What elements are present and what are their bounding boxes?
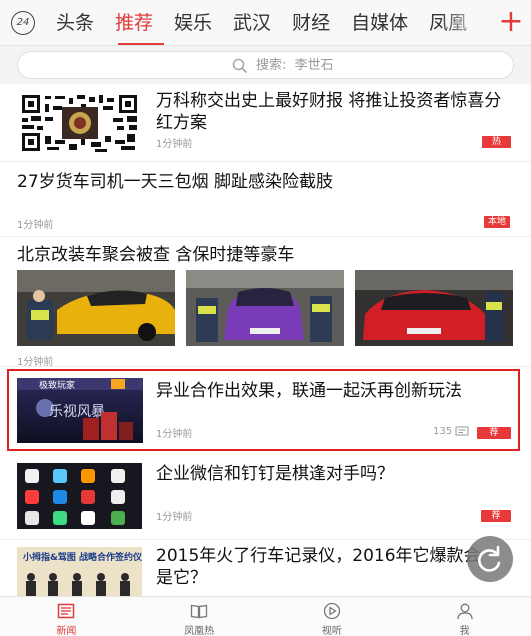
news-title: 企业微信和钉钉是棋逢对手吗？ [156, 464, 394, 484]
tab-wuhan[interactable]: 武汉 [233, 0, 271, 45]
news-time: 1分钟前 [156, 139, 193, 150]
nav-news-label: 新闻 [56, 626, 77, 636]
user-icon [456, 603, 473, 620]
comment-icon[interactable] [455, 426, 469, 438]
search-placeholder: 搜索: 李世石 [256, 58, 334, 73]
qr-code-image [17, 92, 142, 154]
refresh-button[interactable] [467, 536, 513, 582]
channel-tabs: 头条 推荐 娱乐 武汉 财经 自媒体 凤凰 [56, 0, 488, 45]
news-item[interactable]: 万科称交出史上最好财报 将推让投资者惊喜分红方案 1分钟前 热 [0, 84, 531, 162]
local-badge: 本地 [484, 216, 511, 228]
news-item[interactable]: 27岁货车司机一天三包烟 脚趾感染险截肢 1分钟前 本地 [0, 162, 531, 237]
svg-text:极致玩家: 极致玩家 [39, 379, 75, 391]
book-icon [190, 604, 208, 619]
news-title: 万科称交出史上最好财报 将推让投资者惊喜分红方案 [156, 91, 502, 133]
news-title: 异业合作出效果，联通一起沃再创新玩法 [156, 381, 462, 401]
nav-me-label: 我 [459, 626, 470, 636]
yellow-sports-car-image [17, 270, 175, 346]
image-caption: 乐视风暴 [49, 404, 105, 420]
recommend-badge: 荐 [477, 427, 511, 439]
tab-self-media[interactable]: 自媒体 [351, 0, 408, 45]
signing-ceremony-image: 小拇指&驾图 战略合作签约仪式 [17, 547, 142, 596]
nav-video-label: 视听 [321, 626, 342, 636]
comment-count: 135 [433, 426, 453, 437]
play-icon [323, 602, 341, 620]
search-icon [232, 58, 248, 74]
nav-video[interactable]: 视听 [266, 597, 399, 636]
24-hour-icon[interactable]: 24 [11, 11, 35, 35]
image-caption: 小拇指&驾图 战略合作签约仪式 [22, 551, 142, 563]
search-area: 搜索: 李世石 [0, 46, 531, 84]
news-item[interactable]: 小拇指&驾图 战略合作签约仪式 2015年火了行车记录仪，2016年它爆款会是它… [0, 540, 531, 596]
nav-phoenix-hot[interactable]: 凤凰热 [133, 597, 266, 636]
phone-app-icons-image [17, 463, 142, 529]
news-item[interactable]: 北京改装车聚会被查 含保时捷等豪车 1分钟前 [0, 237, 531, 368]
nav-news[interactable]: 新闻 [0, 597, 133, 636]
channel-tab-bar: 24 头条 推荐 娱乐 武汉 财经 自媒体 凤凰 + [0, 0, 531, 46]
letv-feng-bao-image: 极致玩家 乐视风暴 [17, 378, 143, 443]
news-title: 2015年火了行车记录仪，2016年它爆款会是它？ [156, 546, 481, 588]
tab-fade [440, 0, 490, 45]
news-title: 北京改装车聚会被查 含保时捷等豪车 [17, 245, 295, 265]
news-time: 1分钟前 [156, 512, 193, 523]
red-car-image [355, 270, 513, 346]
add-channel-button[interactable]: + [491, 0, 531, 45]
tab-toutiao[interactable]: 头条 [56, 0, 94, 45]
news-icon [58, 603, 75, 619]
hot-badge: 热 [482, 136, 511, 148]
tab-entertainment[interactable]: 娱乐 [174, 0, 212, 45]
bottom-nav: 新闻 凤凰热 视听 我 [0, 596, 531, 636]
refresh-icon [478, 545, 501, 572]
news-item-highlighted[interactable]: 极致玩家 乐视风暴 异业合作出效果，联通一起沃再创新玩法 1分钟前 135 荐 [0, 367, 531, 453]
recommend-badge: 荐 [481, 510, 511, 522]
tab-finance[interactable]: 财经 [292, 0, 330, 45]
purple-car-image [186, 270, 344, 346]
news-time: 1分钟前 [17, 220, 54, 231]
news-time: 1分钟前 [17, 357, 54, 368]
search-input[interactable]: 搜索: 李世石 [17, 51, 514, 79]
news-title: 27岁货车司机一天三包烟 脚趾感染险截肢 [17, 172, 334, 192]
nav-phoenix-hot-label: 凤凰热 [184, 626, 215, 636]
tab-recommend[interactable]: 推荐 [115, 0, 153, 45]
news-item[interactable]: 企业微信和钉钉是棋逢对手吗？ 1分钟前 荐 [0, 455, 531, 540]
news-time: 1分钟前 [156, 429, 193, 440]
nav-me[interactable]: 我 [398, 597, 531, 636]
